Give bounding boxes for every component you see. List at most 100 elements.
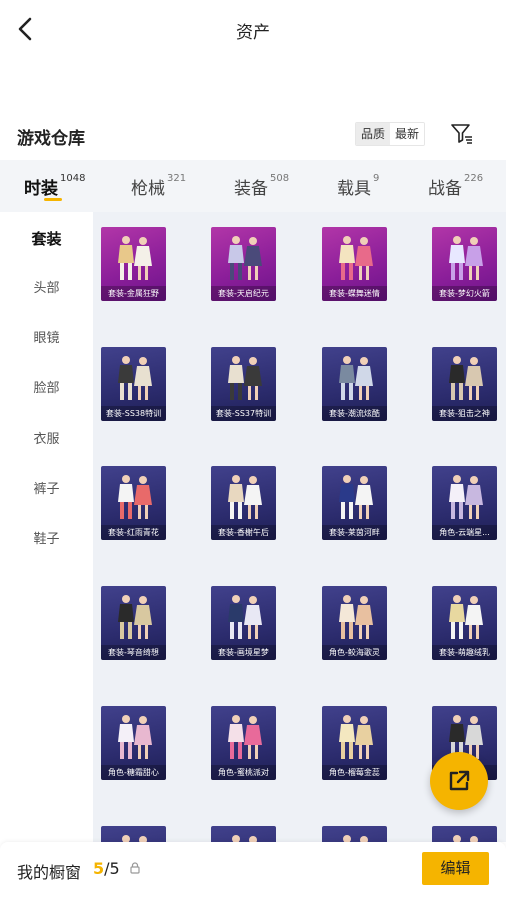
tab-count: 226 — [464, 173, 484, 184]
page-title: 资产 — [236, 23, 270, 43]
sidebar: 套装 头部 眼镜 脸部 衣服 裤子 鞋子 — [0, 212, 93, 842]
outfit-preview-image — [118, 715, 152, 759]
item-card[interactable] — [322, 826, 387, 842]
item-card[interactable]: 套装-梦幻火箭 — [432, 227, 497, 301]
sidebar-item-clothes[interactable]: 衣服 — [0, 415, 93, 465]
outfit-preview-image — [449, 595, 483, 639]
tab-label: 载具 — [337, 179, 371, 199]
tab-label: 枪械 — [131, 179, 165, 199]
item-card-label: 套装-SS38特训 — [101, 406, 166, 421]
item-card[interactable]: 套装-潮流炫酷 — [322, 347, 387, 421]
item-card[interactable]: 套装-SS37特训 — [211, 347, 276, 421]
share-external-icon — [449, 770, 470, 791]
item-card-label: 套装-狙击之神 — [432, 406, 497, 421]
item-card[interactable]: 套装-莱茵河畔 — [322, 466, 387, 540]
sort-option-newest[interactable]: 最新 — [390, 123, 425, 145]
outfit-preview-image — [228, 475, 262, 519]
outfit-preview-image — [118, 475, 152, 519]
lock-icon — [130, 862, 140, 874]
outfit-preview-image — [339, 595, 373, 639]
outfit-preview-image — [228, 595, 262, 639]
item-card[interactable] — [432, 826, 497, 842]
tab-guns[interactable]: 枪械321 — [131, 173, 187, 199]
outfit-preview-image — [228, 715, 262, 759]
filter-list-icon — [451, 124, 472, 144]
item-card[interactable]: 套装-萌趣绒乳 — [432, 586, 497, 660]
sidebar-item-glasses[interactable]: 眼镜 — [0, 314, 93, 364]
item-card[interactable]: 套装-画境星梦 — [211, 586, 276, 660]
item-card[interactable]: 套装-狙击之神 — [432, 347, 497, 421]
item-card[interactable]: 角色-云端星... — [432, 466, 497, 540]
outfit-preview-image — [339, 715, 373, 759]
wardrobe-total: 5 — [109, 859, 120, 878]
tab-supplies[interactable]: 战备226 — [428, 173, 484, 199]
item-card[interactable]: 套装-天启纪元 — [211, 227, 276, 301]
item-card-label: 角色-鲛海歌灵 — [322, 645, 387, 660]
item-card-label: 套装-蝶舞迷情 — [322, 286, 387, 301]
item-grid: 套装-金属狂野 套装-天启纪元 套装-蝶舞迷情 套装-梦幻火箭 套装-SS38特训 套装-… — [93, 212, 506, 842]
item-card-label: 套装-红雨青花 — [101, 525, 166, 540]
active-tab-indicator — [44, 198, 62, 201]
outfit-preview-image — [449, 356, 483, 400]
sidebar-item-face[interactable]: 脸部 — [0, 364, 93, 414]
outfit-preview-image — [232, 835, 257, 842]
item-card[interactable]: 套装-金属狂野 — [101, 227, 166, 301]
item-card[interactable]: 角色-糖霜甜心 — [101, 706, 166, 780]
item-card[interactable]: 角色-鲛海歌灵 — [322, 586, 387, 660]
sidebar-item-pants[interactable]: 裤子 — [0, 465, 93, 515]
item-card[interactable]: 套装-蝶舞迷情 — [322, 227, 387, 301]
item-card-label: 套装-画境星梦 — [211, 645, 276, 660]
item-card-label: 套装-潮流炫酷 — [322, 406, 387, 421]
wardrobe-used: 5 — [93, 859, 105, 878]
wardrobe-count: 5/5 — [93, 859, 120, 878]
tab-label: 战备 — [428, 179, 462, 199]
item-card[interactable] — [211, 826, 276, 842]
item-card-label: 角色-云端星... — [432, 525, 497, 540]
item-card-label: 角色-蜜桃派对 — [211, 765, 276, 780]
item-card-label: 套装-天启纪元 — [211, 286, 276, 301]
item-card[interactable]: 套装-香榭午后 — [211, 466, 276, 540]
sidebar-item-shoes[interactable]: 鞋子 — [0, 515, 93, 565]
outfit-preview-image — [339, 356, 373, 400]
top-bar: 资产 — [0, 0, 506, 58]
sort-option-quality[interactable]: 品质 — [356, 123, 391, 145]
item-card-label: 套装-梦幻火箭 — [432, 286, 497, 301]
item-card-label: 角色-榴莓金蕊 — [322, 765, 387, 780]
item-card[interactable]: 套装-琴音绮想 — [101, 586, 166, 660]
tab-count: 321 — [167, 173, 187, 184]
tab-count: 508 — [270, 173, 290, 184]
tab-label: 装备 — [234, 179, 268, 199]
tab-fashion[interactable]: 时装1048 — [24, 173, 86, 199]
filter-button[interactable] — [450, 122, 474, 146]
sidebar-item-sets[interactable]: 套装 — [0, 214, 93, 264]
outfit-preview-image — [118, 356, 152, 400]
outfit-preview-image — [118, 236, 152, 280]
item-card[interactable]: 套装-红雨青花 — [101, 466, 166, 540]
item-card-label: 套装-萌趣绒乳 — [432, 645, 497, 660]
bottom-bar: 我的橱窗 5/5 编辑 — [0, 842, 506, 897]
item-card-label: 套装-琴音绮想 — [101, 645, 166, 660]
item-card[interactable]: 套装-SS38特训 — [101, 347, 166, 421]
sort-toggle: 品质 最新 — [355, 122, 426, 146]
item-card-label: 套装-莱茵河畔 — [322, 525, 387, 540]
item-card-label: 套装-香榭午后 — [211, 525, 276, 540]
category-tabs: 时装1048 枪械321 装备508 载具9 战备226 — [0, 160, 506, 212]
item-card[interactable] — [101, 826, 166, 842]
tab-count: 9 — [373, 173, 380, 184]
tab-label: 时装 — [24, 179, 58, 199]
item-card[interactable]: 角色-榴莓金蕊 — [322, 706, 387, 780]
tab-vehicles[interactable]: 载具9 — [337, 173, 380, 199]
share-button[interactable] — [430, 752, 488, 810]
tab-count: 1048 — [60, 173, 86, 184]
section-header: 游戏仓库 品质 最新 — [0, 118, 506, 154]
tab-equipment[interactable]: 装备508 — [234, 173, 290, 199]
outfit-preview-image — [228, 356, 262, 400]
outfit-preview-image — [339, 236, 373, 280]
item-card[interactable]: 角色-蜜桃派对 — [211, 706, 276, 780]
edit-button[interactable]: 编辑 — [422, 852, 489, 885]
outfit-preview-image — [122, 835, 147, 842]
sidebar-item-head[interactable]: 头部 — [0, 264, 93, 314]
outfit-preview-image — [339, 475, 373, 519]
item-card-label: 角色-糖霜甜心 — [101, 765, 166, 780]
outfit-preview-image — [449, 475, 483, 519]
